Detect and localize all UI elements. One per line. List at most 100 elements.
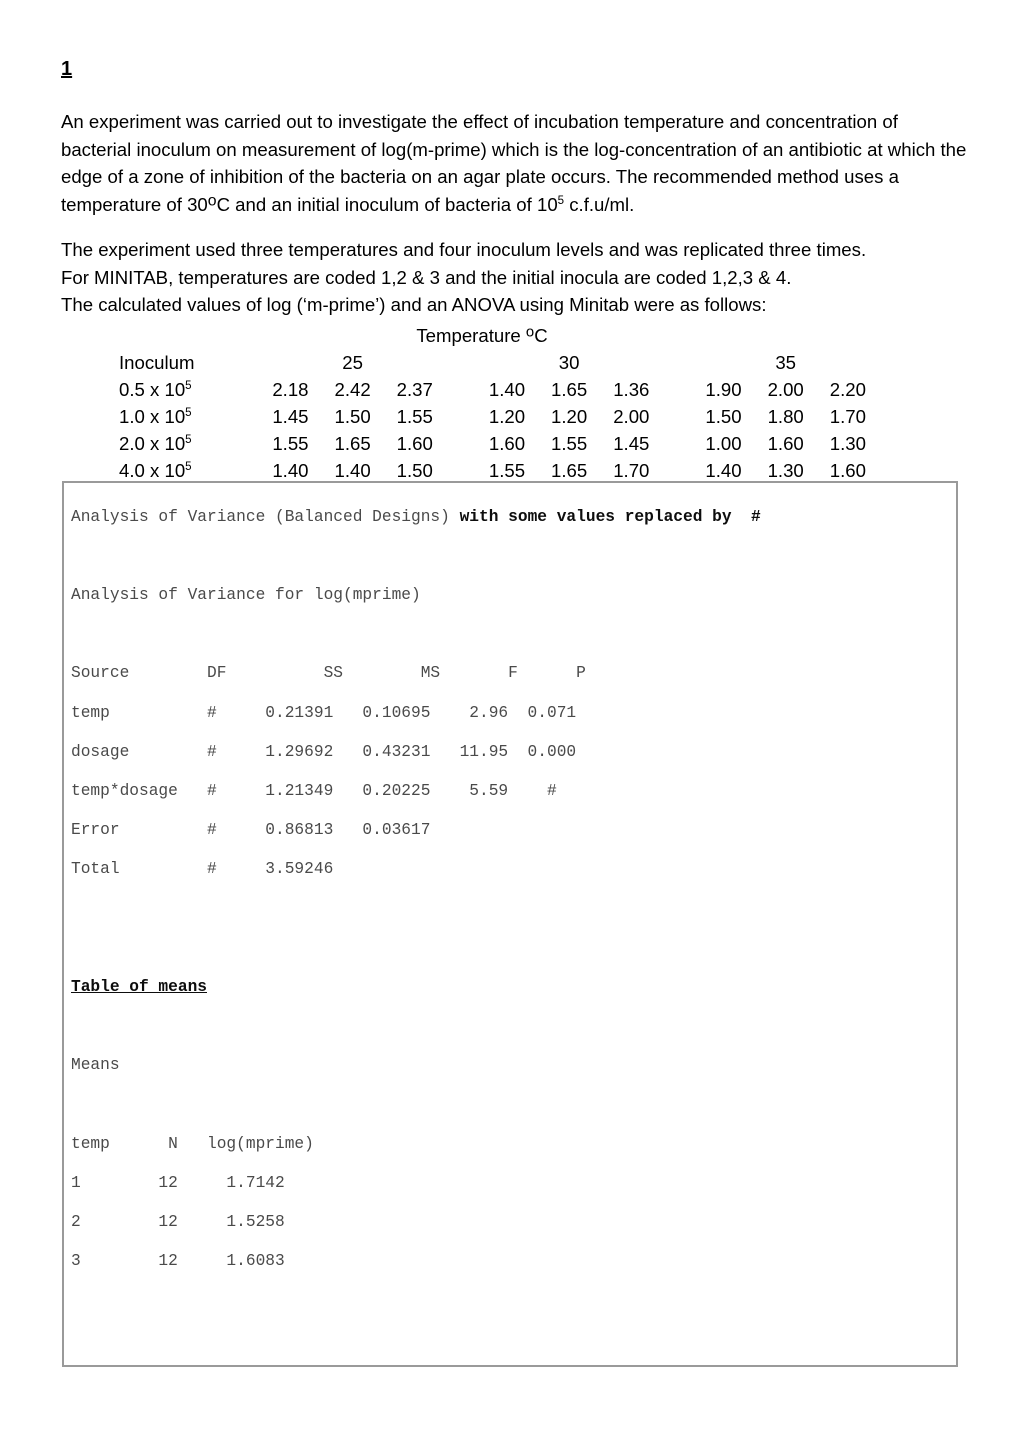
row-label-exponent: 5: [185, 379, 192, 392]
col-gap-2: [662, 349, 692, 376]
anova-row-dosage: dosage # 1.29692 0.43231 11.95 0.000: [71, 742, 577, 761]
cell-t35-r4-1: 1.40: [705, 460, 742, 481]
intro-line-4c: c.f.u/ml.: [564, 193, 635, 215]
temp-col-35: 35: [775, 352, 797, 373]
cell-gap: [662, 430, 692, 457]
row-label-exponent: 5: [185, 433, 192, 446]
col-gap-1: [446, 349, 476, 376]
cell-t35-r1-2: 2.00: [767, 379, 804, 400]
cell-t35-r3-1: 1.00: [705, 433, 742, 454]
temp-col-30: 30: [558, 352, 580, 373]
cell-t30-r3-1: 1.60: [488, 433, 526, 454]
col-header-inoculum: Inoculum: [119, 352, 195, 373]
cell-t30-r4-1: 1.55: [488, 460, 526, 481]
temp-col-25-a: [259, 349, 321, 376]
minitab-output-text: Analysis of Variance (Balanced Designs) …: [71, 488, 761, 1365]
cell-t30-r4-3: 1.70: [613, 460, 650, 481]
cell-t25-r1-2: 2.42: [334, 379, 371, 400]
cell-t25-r3-3: 1.60: [396, 433, 433, 454]
row-label-mantissa: 4.0 x 10: [119, 460, 186, 481]
cell-t25-r4-1: 1.40: [272, 460, 309, 481]
cell-t30-r1-2: 1.65: [551, 379, 588, 400]
output-header-line: Analysis of Variance (Balanced Designs) …: [71, 508, 761, 528]
temp-means-row-1: 1 12 1.7142: [71, 1173, 285, 1192]
means-label: Means: [71, 1056, 120, 1075]
data-table-title-unit: C: [534, 325, 548, 346]
data-grid-header-row: Inoculum 25 30 35: [119, 349, 879, 376]
temp-col-35-a: [692, 349, 754, 376]
row-label-mantissa: 0.5 x 10: [119, 379, 186, 400]
cell-t35-r4-3: 1.60: [829, 460, 866, 481]
intro-line-4b: C and an initial inoculum of bacteria of…: [216, 193, 558, 215]
cell-t30-r2-1: 1.20: [488, 406, 526, 427]
temp-means-row-2: 2 12 1.5258: [71, 1212, 285, 1231]
cell-t35-r1-3: 2.20: [829, 379, 866, 400]
table-row: 1.0 x 105 1.45 1.50 1.55 1.20 1.20 2.00 …: [119, 403, 879, 430]
cell-t25-r1-1: 2.18: [272, 379, 309, 400]
cell-t25-r1-3: 2.37: [396, 379, 433, 400]
temp-col-30-c: [600, 349, 662, 376]
anova-table-header: Source DF SS MS F P: [71, 664, 586, 683]
temp-col-25-c: [384, 349, 446, 376]
output-header-bold: with some values replaced by #: [459, 507, 761, 526]
method-paragraph: The experiment used three temperatures a…: [61, 236, 973, 319]
row-label-mantissa: 1.0 x 10: [119, 406, 186, 427]
temp-col-35-c: [817, 349, 879, 376]
cell-t30-r3-3: 1.45: [613, 433, 650, 454]
cell-t30-r4-2: 1.65: [551, 460, 588, 481]
output-header-normal: Analysis of Variance (Balanced Designs): [71, 507, 460, 526]
data-grid: Inoculum 25 30 35 0.5 x 105 2.18 2.42 2.…: [119, 349, 879, 484]
cell-t35-r2-1: 1.50: [705, 406, 742, 427]
cell-gap: [446, 430, 476, 457]
table-row: 0.5 x 105 2.18 2.42 2.37 1.40 1.65 1.36 …: [119, 376, 879, 403]
document-page: 1 An experiment was carried out to inves…: [0, 0, 1020, 1443]
cell-t30-r1-1: 1.40: [488, 379, 526, 400]
cell-t35-r4-2: 1.30: [767, 460, 804, 481]
cell-gap: [446, 457, 476, 484]
cell-t35-r3-2: 1.60: [767, 433, 804, 454]
row-label: 2.0 x 105: [119, 430, 259, 457]
row-label-exponent: 5: [185, 460, 192, 473]
cell-t25-r4-3: 1.50: [396, 460, 433, 481]
cell-gap: [446, 376, 476, 403]
cell-t30-r1-3: 1.36: [613, 379, 650, 400]
degree-symbol: o: [207, 191, 217, 209]
cell-gap: [662, 403, 692, 430]
data-table-title: Temperature oC: [61, 322, 973, 349]
table-row: 2.0 x 105 1.55 1.65 1.60 1.60 1.55 1.45 …: [119, 430, 879, 457]
method-line-1: The experiment used three temperatures a…: [61, 239, 867, 260]
row-label: 0.5 x 105: [119, 376, 259, 403]
cell-t35-r1-1: 1.90: [705, 379, 742, 400]
method-line-3: The calculated values of log (‘m-prime’)…: [61, 294, 767, 315]
anova-row-temp-dosage: temp*dosage # 1.21349 0.20225 5.59 #: [71, 781, 557, 800]
cell-t35-r3-3: 1.30: [829, 433, 866, 454]
cell-gap: [662, 457, 692, 484]
anova-row-total: Total # 3.59246: [71, 860, 334, 879]
row-label: 1.0 x 105: [119, 403, 259, 430]
cell-t25-r3-1: 1.55: [272, 433, 309, 454]
anova-title: Analysis of Variance for log(mprime): [71, 585, 421, 604]
raw-data-table: Temperature oC Inoculum 25 30 35 0.5 x 1…: [61, 322, 973, 484]
cell-t25-r2-3: 1.55: [396, 406, 433, 427]
intro-paragraph: An experiment was carried out to investi…: [61, 108, 973, 218]
cell-t25-r4-2: 1.40: [334, 460, 371, 481]
intro-line-1: An experiment was carried out to investi…: [61, 111, 878, 132]
anova-row-temp: temp # 0.21391 0.10695 2.96 0.071: [71, 703, 577, 722]
cell-t30-r3-2: 1.55: [551, 433, 588, 454]
row-label-mantissa: 2.0 x 10: [119, 433, 186, 454]
row-label-exponent: 5: [185, 406, 192, 419]
cell-t35-r2-2: 1.80: [767, 406, 804, 427]
cell-t25-r2-2: 1.50: [334, 406, 371, 427]
temp-col-30-a: [476, 349, 538, 376]
cell-t25-r3-2: 1.65: [334, 433, 371, 454]
question-number: 1: [61, 58, 73, 80]
cell-t25-r2-1: 1.45: [272, 406, 309, 427]
cell-t30-r2-2: 1.20: [551, 406, 588, 427]
data-table-degree-symbol: o: [525, 324, 535, 341]
cell-t35-r2-3: 1.70: [829, 406, 866, 427]
